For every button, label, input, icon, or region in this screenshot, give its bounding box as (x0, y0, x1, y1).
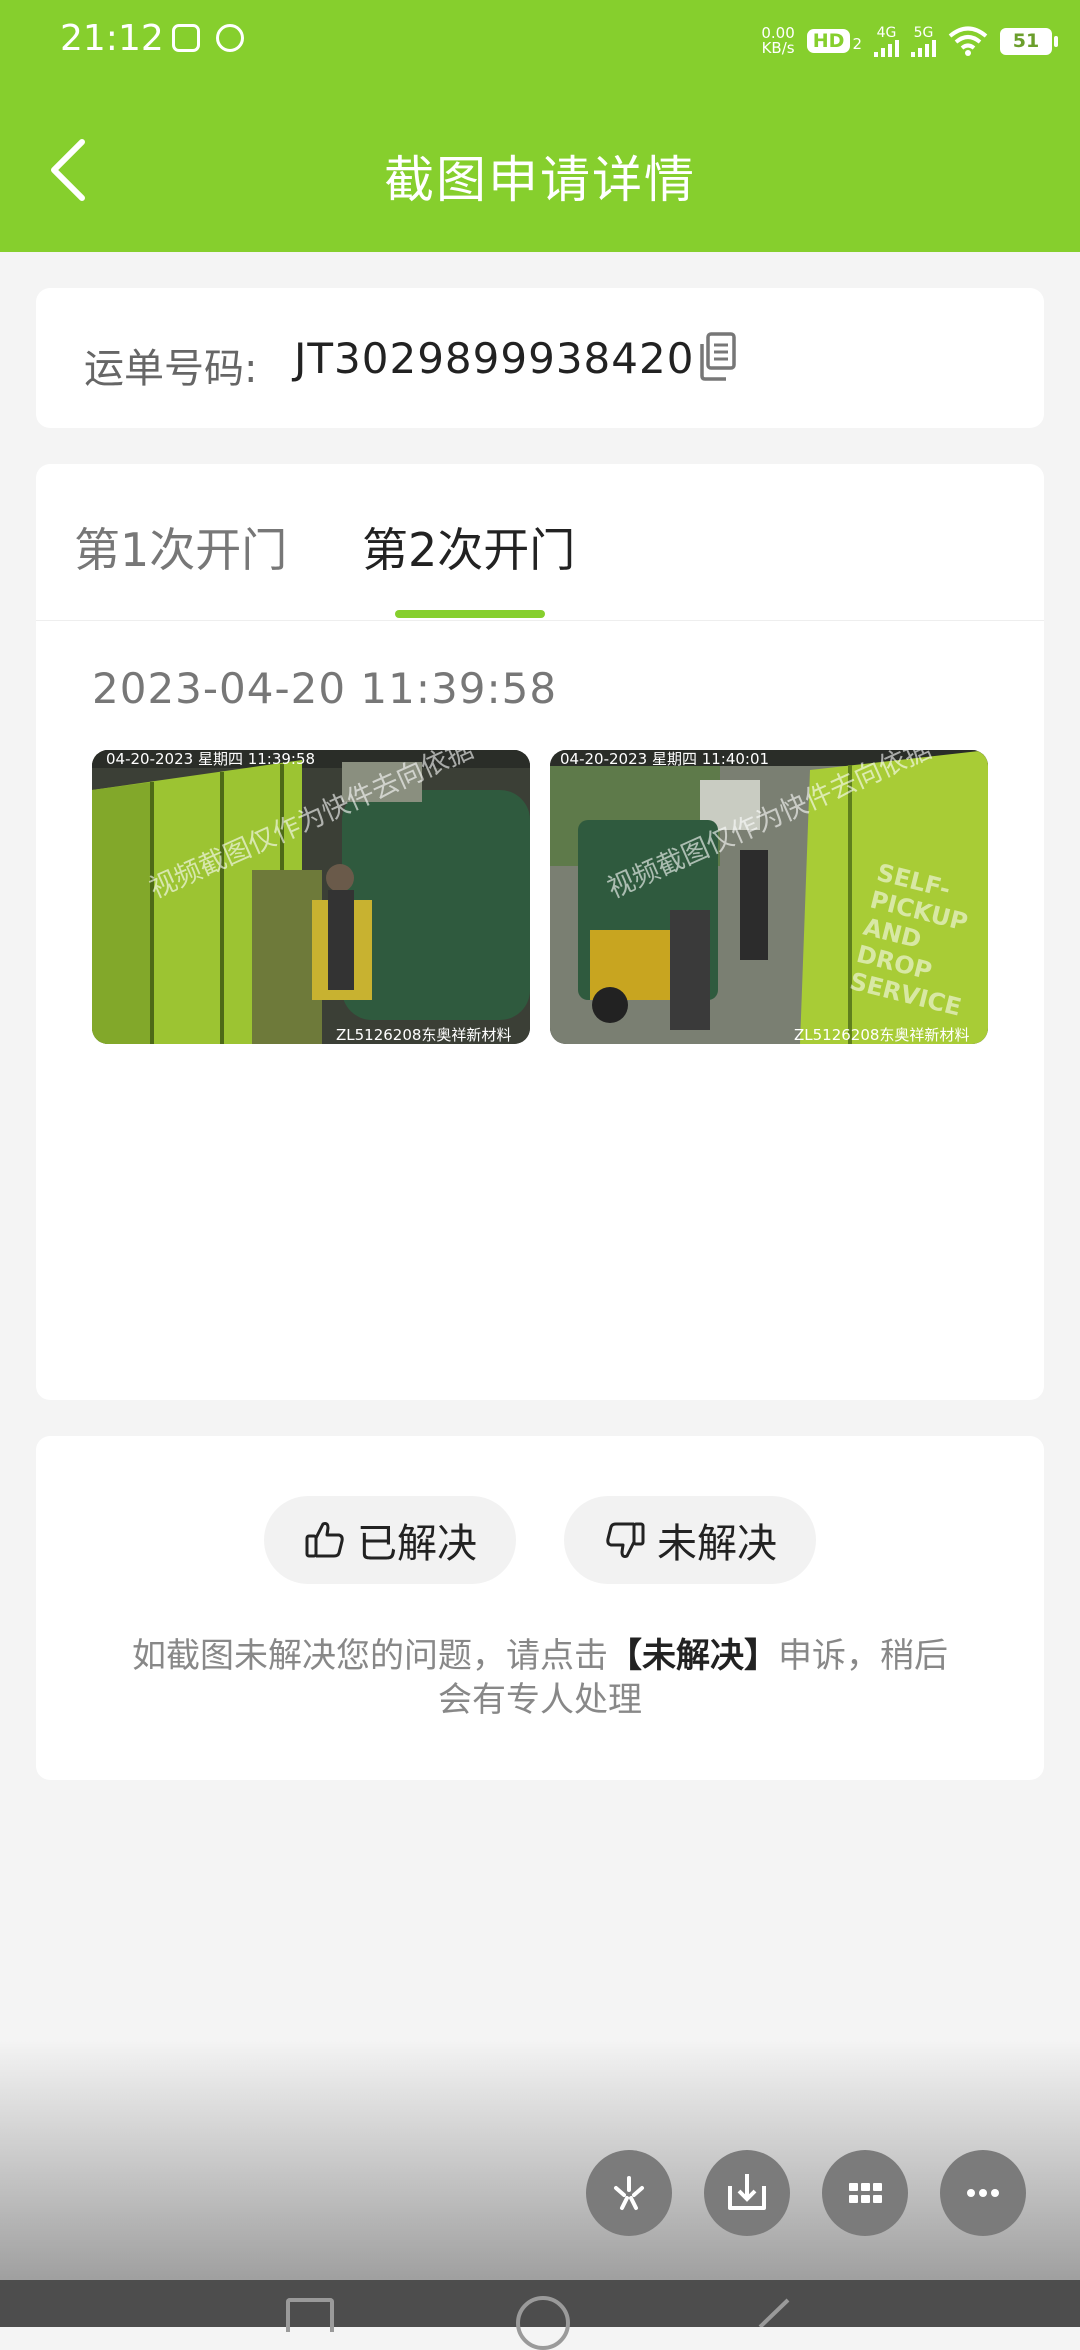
unresolved-button[interactable]: 未解决 (564, 1496, 816, 1584)
battery-icon: 51 (1000, 27, 1058, 55)
signal-4g-icon: 4G (874, 26, 899, 57)
feedback-hint: 如截图未解决您的问题，请点击【未解决】申诉，稍后会有专人处理 (132, 1636, 948, 1720)
record-datetime: 2023-04-20 11:39:58 (92, 664, 558, 713)
photo-timestamp: 04-20-2023 星期四 11:40:01 (560, 750, 770, 768)
bottom-overlay (0, 2040, 1080, 2280)
feedback-card: 已解决 未解决 如截图未解决您的问题，请点击【未解决】申诉，稍后会有专人处理 (36, 1436, 1044, 1780)
home-icon[interactable] (516, 2296, 570, 2350)
hd-icon: HD 2 (806, 29, 862, 53)
page-title: 截图申请详情 (384, 151, 696, 209)
waybill-label: 运单号码: (84, 346, 258, 392)
screenshot-image-2[interactable]: 04-20-2023 星期四 11:40:01 视频截图仅作为快件去向依据 SE… (550, 750, 988, 1044)
copy-button[interactable] (696, 332, 740, 382)
system-navigation-bar (0, 2280, 1080, 2350)
thumbs-up-icon (305, 1522, 344, 1558)
app-notification-icon (172, 24, 200, 52)
back-nav-icon[interactable] (752, 2294, 792, 2327)
grid-icon (849, 2183, 882, 2203)
photo-timestamp: 04-20-2023 星期四 11:39:58 (106, 750, 316, 768)
nav-bar: 截图申请详情 (0, 82, 1080, 252)
grid-button[interactable] (822, 2150, 908, 2236)
status-time: 21:12 (60, 18, 164, 59)
screenshot-image-1[interactable]: 04-20-2023 星期四 11:39:58 视频截图仅作为快件去向依据 ZL… (92, 750, 530, 1044)
photo-caption: ZL5126208东奥祥新材料 (794, 1026, 970, 1044)
signal-5g-icon: 5G (911, 26, 936, 57)
status-bar: 21:12 0.00 KB/s HD 2 4G 5G 51 (0, 0, 1080, 82)
photo-caption: ZL5126208东奥祥新材料 (336, 1026, 512, 1044)
net-speed: 0.00 KB/s (761, 24, 795, 57)
copy-icon (700, 332, 736, 381)
resolved-button[interactable]: 已解决 (264, 1496, 516, 1584)
waybill-number: JT3029899938420 (294, 334, 695, 383)
feedback-hint-emphasis: 【未解决】 (608, 1636, 778, 1676)
sparkle-icon (614, 2176, 644, 2210)
unresolved-label: 未解决 (657, 1521, 777, 1567)
wifi-icon (948, 26, 988, 56)
tab-second-open[interactable]: 第2次开门 (362, 514, 575, 580)
tab-bar: 第1次开门 第2次开门 (36, 464, 1044, 621)
download-icon (728, 2174, 766, 2210)
app-notification-icon-2 (216, 24, 244, 52)
tab-active-indicator (395, 610, 545, 618)
waybill-card: 运单号码: JT3029899938420 (36, 288, 1044, 428)
tab-first-open[interactable]: 第1次开门 (74, 514, 287, 580)
thumbs-down-icon (606, 1522, 645, 1558)
more-button[interactable] (940, 2150, 1026, 2236)
resolved-label: 已解决 (357, 1521, 477, 1567)
door-open-record-card: 第1次开门 第2次开门 2023-04-20 11:39:58 04-20-20… (36, 464, 1044, 1400)
more-icon (967, 2189, 999, 2197)
download-button[interactable] (704, 2150, 790, 2236)
sparkle-button[interactable] (586, 2150, 672, 2236)
